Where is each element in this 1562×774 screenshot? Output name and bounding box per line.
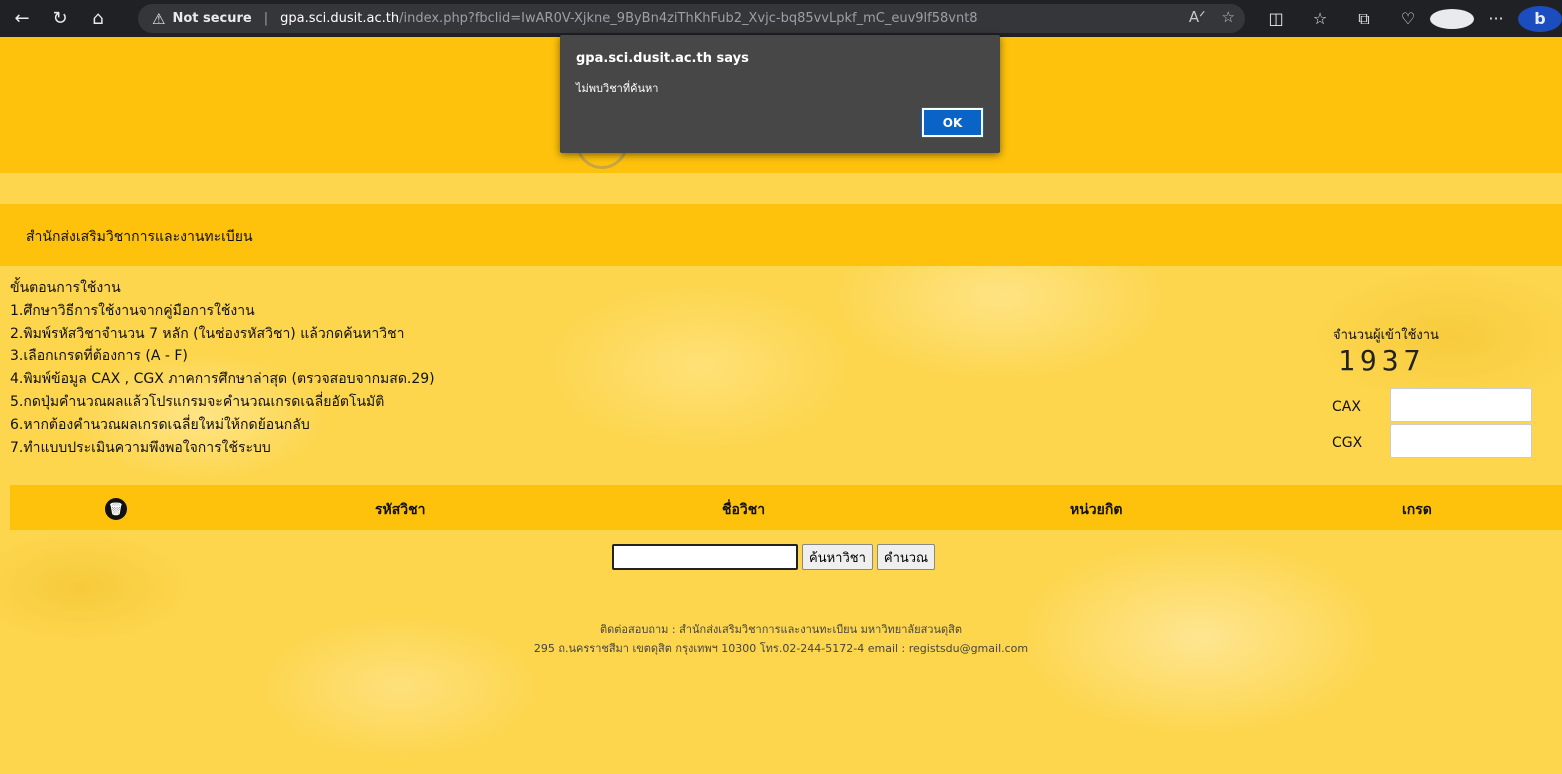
favorites-icon[interactable]: ☆: [1298, 9, 1342, 28]
cgx-label: CGX: [1332, 435, 1363, 451]
ok-button[interactable]: OK: [921, 107, 984, 138]
step-item: 2.พิมพ์รหัสวิชาจำนวน 7 หลัก (ในช่องรหัสว…: [10, 325, 405, 342]
column-grade: เกรด: [1402, 502, 1432, 518]
security-label: Not secure: [172, 11, 252, 26]
browser-toolbar: ← ↻ ⌂ ⚠ Not secure | gpa.sci.dusit.ac.th…: [0, 0, 1562, 37]
column-course-code: รหัสวิชา: [375, 502, 426, 518]
step-item: 6.หากต้องคำนวณผลเกรดเฉลี่ยใหม่ให้กดย้อนก…: [10, 416, 310, 433]
address-separator: |: [263, 11, 269, 26]
warning-icon: ⚠: [152, 9, 166, 28]
cax-input[interactable]: [1390, 388, 1532, 422]
dialog-message: ไม่พบวิชาที่ค้นหา: [576, 82, 659, 95]
favorite-star-icon[interactable]: ☆: [1222, 8, 1235, 26]
read-aloud-icon[interactable]: Aᐟ: [1189, 8, 1206, 26]
alert-dialog: gpa.sci.dusit.ac.th says ไม่พบวิชาที่ค้น…: [560, 35, 1000, 153]
url-host: gpa.sci.dusit.ac.th: [280, 11, 400, 26]
cax-label: CAX: [1332, 399, 1361, 415]
address-bar[interactable]: ⚠ Not secure | gpa.sci.dusit.ac.th/index…: [138, 4, 1245, 33]
footer-contact: ติดต่อสอบถาม : สำนักส่งเสริมวิชาการและงา…: [600, 623, 962, 636]
footer-address: 295 ถ.นครราชสีมา เขตดุสิต กรุงเทพฯ 10300…: [533, 642, 1029, 655]
back-icon[interactable]: ←: [6, 3, 38, 35]
course-search-row: ค้นหาวิชา คำนวณ: [612, 544, 936, 570]
office-name: สำนักส่งเสริมวิชาการและงานทะเบียน: [26, 229, 253, 245]
search-course-button[interactable]: ค้นหาวิชา: [802, 544, 873, 570]
more-menu-icon[interactable]: ···: [1474, 9, 1518, 28]
footer: ติดต่อสอบถาม : สำนักส่งเสริมวิชาการและงา…: [0, 620, 1562, 658]
column-course-name: ชื่อวิชา: [722, 502, 766, 518]
dialog-title: gpa.sci.dusit.ac.th says: [576, 51, 749, 66]
url-path: /index.php?fbclid=IwAR0V-Xjkne_9ByBn4ziT…: [399, 11, 978, 26]
visitor-count-label: จำนวนผู้เข้าใช้งาน: [1333, 328, 1439, 343]
collections-icon[interactable]: ⧉: [1342, 9, 1386, 29]
steps-title: ขั้นตอนการใช้งาน: [10, 280, 121, 296]
usage-steps: ขั้นตอนการใช้งาน 1.ศึกษาวิธีการใช้งานจาก…: [10, 277, 435, 459]
browser-essentials-icon[interactable]: ♡: [1386, 9, 1430, 28]
course-code-input[interactable]: [612, 544, 798, 570]
bing-logo: b: [1518, 5, 1562, 32]
trash-icon[interactable]: 🗑: [105, 498, 127, 520]
step-item: 7.ทำแบบประเมินความพึงพอใจการใช้ระบบ: [10, 439, 271, 456]
bing-copilot-icon[interactable]: b: [1518, 5, 1562, 32]
home-icon[interactable]: ⌂: [82, 3, 114, 35]
step-item: 5.กดปุ่มคำนวณผลแล้วโปรแกรมจะคำนวณเกรดเฉล…: [10, 393, 385, 410]
step-item: 3.เลือกเกรดที่ต้องการ (A - F): [10, 348, 188, 365]
visitor-count-value: 1937: [1338, 344, 1426, 377]
column-credits: หน่วยกิต: [1070, 502, 1123, 518]
office-stripe: สำนักส่งเสริมวิชาการและงานทะเบียน: [0, 204, 1562, 266]
step-item: 4.พิมพ์ข้อมูล CAX , CGX ภาคการศึกษาล่าสุ…: [10, 371, 435, 388]
cgx-input[interactable]: [1390, 424, 1532, 458]
step-item: 1.ศึกษาวิธีการใช้งานจากคู่มือการใช้งาน: [10, 302, 255, 319]
course-table-header: 🗑 รหัสวิชา ชื่อวิชา หน่วยกิต เกรด: [10, 485, 1562, 530]
profile-icon[interactable]: [1430, 8, 1474, 29]
avatar: [1430, 8, 1474, 29]
calculate-button[interactable]: คำนวณ: [876, 544, 936, 570]
refresh-icon[interactable]: ↻: [44, 3, 76, 35]
split-screen-icon[interactable]: ◫: [1254, 9, 1298, 28]
